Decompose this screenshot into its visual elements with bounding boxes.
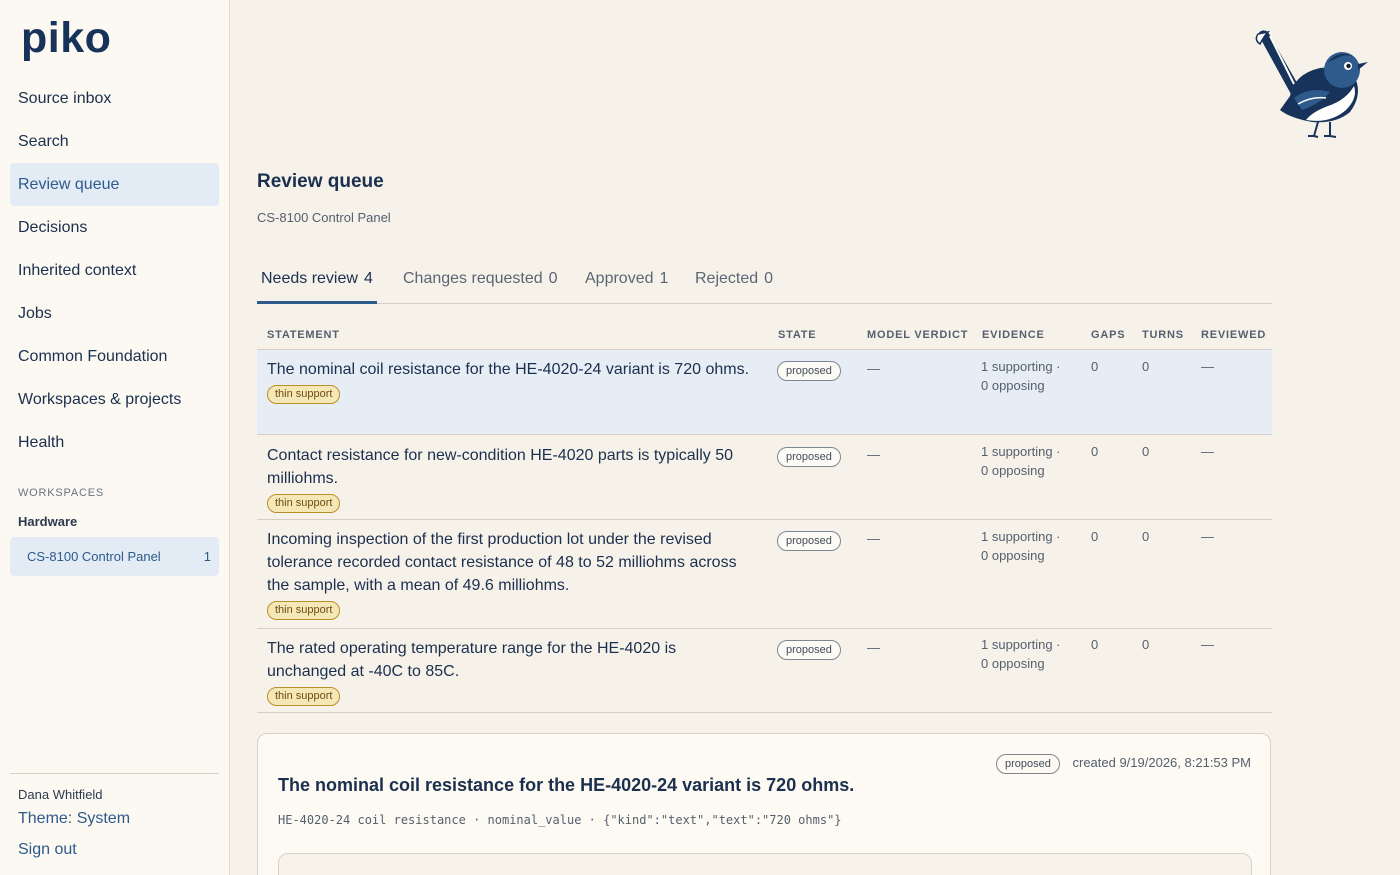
- review-tabs: Needs review 4 Changes requested 0 Approve…: [257, 256, 1272, 304]
- table-header: STATEMENT STATE MODEL VERDICT EVIDENCE G…: [257, 320, 1272, 350]
- thin-support-badge: thin support: [267, 385, 341, 404]
- evidence-summary: 1 supporting · 0 opposing: [981, 527, 1081, 565]
- workspace-group-label: Hardware: [18, 514, 78, 529]
- turns-count: 0: [1142, 359, 1150, 374]
- sidebar-item-health[interactable]: Health: [10, 421, 219, 464]
- gaps-count: 0: [1091, 529, 1099, 544]
- page-subtitle: CS-8100 Control Panel: [257, 210, 391, 225]
- detail-title: The nominal coil resistance for the HE-4…: [278, 775, 855, 795]
- column-header-evidence: EVIDENCE: [982, 329, 1045, 341]
- sidebar-item-workspaces-projects[interactable]: Workspaces & projects: [10, 378, 219, 421]
- sign-out-link[interactable]: Sign out: [18, 841, 77, 859]
- tab-rejected[interactable]: Rejected 0: [691, 256, 777, 304]
- tab-count: 0: [764, 270, 774, 287]
- tab-label: Needs review: [261, 270, 358, 287]
- evidence-summary: 1 supporting · 0 opposing: [981, 442, 1081, 480]
- row-statement: Incoming inspection of the first product…: [267, 528, 757, 620]
- statement-text: Contact resistance for new-condition HE-…: [267, 447, 733, 487]
- turns-count: 0: [1142, 444, 1150, 459]
- model-verdict: —: [867, 361, 880, 376]
- user-name: Dana Whitfield: [18, 787, 103, 802]
- evidence-opposing: 0 opposing: [981, 656, 1045, 671]
- thin-support-badge: thin support: [267, 494, 341, 513]
- gaps-count: 0: [1091, 444, 1099, 459]
- theme-toggle-link[interactable]: Theme: System: [18, 810, 130, 828]
- model-verdict: —: [867, 447, 880, 462]
- bird-mascot-icon: [1255, 30, 1368, 138]
- evidence-opposing: 0 opposing: [981, 548, 1045, 563]
- gaps-count: 0: [1091, 637, 1099, 652]
- tab-label: Approved: [585, 270, 654, 287]
- evidence-supporting: 1 supporting ·: [981, 637, 1061, 652]
- sidebar-footer: Dana Whitfield Theme: System Sign out: [10, 773, 219, 858]
- reviewed-value: —: [1201, 444, 1214, 459]
- row-statement: The nominal coil resistance for the HE-4…: [267, 358, 757, 404]
- column-header-turns: TURNS: [1142, 329, 1184, 341]
- tab-approved[interactable]: Approved 1: [581, 256, 672, 304]
- evidence-summary: 1 supporting · 0 opposing: [981, 635, 1081, 673]
- row-statement: The rated operating temperature range fo…: [267, 637, 757, 706]
- reviewed-value: —: [1201, 359, 1214, 374]
- column-header-reviewed: REVIEWED: [1201, 329, 1267, 341]
- state-badge: proposed: [777, 361, 841, 381]
- model-verdict: —: [867, 640, 880, 655]
- sidebar-item-decisions[interactable]: Decisions: [10, 206, 219, 249]
- app-logo[interactable]: piko: [21, 14, 111, 63]
- workspaces-heading: WORKSPACES: [18, 487, 105, 499]
- model-verdict: —: [867, 531, 880, 546]
- sidebar-item-common-foundation[interactable]: Common Foundation: [10, 335, 219, 378]
- tab-label: Changes requested: [403, 270, 543, 287]
- sidebar: piko Source inbox Search Review queue De…: [0, 0, 230, 875]
- workspace-item-label: CS-8100 Control Panel: [27, 549, 161, 564]
- evidence-summary: 1 supporting · 0 opposing: [981, 357, 1081, 395]
- state-badge: proposed: [777, 447, 841, 467]
- sidebar-item-inherited-context[interactable]: Inherited context: [10, 249, 219, 292]
- detail-created-timestamp: created 9/19/2026, 8:21:53 PM: [1072, 755, 1251, 770]
- sidebar-nav: Source inbox Search Review queue Decisio…: [10, 77, 219, 464]
- tab-count: 4: [363, 270, 373, 287]
- turns-count: 0: [1142, 637, 1150, 652]
- tab-needs-review[interactable]: Needs review 4: [257, 256, 377, 304]
- evidence-opposing: 0 opposing: [981, 463, 1045, 478]
- sidebar-item-search[interactable]: Search: [10, 120, 219, 163]
- reviewed-value: —: [1201, 529, 1214, 544]
- sidebar-item-source-inbox[interactable]: Source inbox: [10, 77, 219, 120]
- column-header-gaps: GAPS: [1091, 329, 1126, 341]
- workspace-item-cs-8100[interactable]: CS-8100 Control Panel 1: [10, 537, 219, 576]
- evidence-supporting: 1 supporting ·: [981, 359, 1061, 374]
- tab-label: Rejected: [695, 270, 759, 287]
- statement-text: Incoming inspection of the first product…: [267, 531, 737, 594]
- evidence-opposing: 0 opposing: [981, 378, 1045, 393]
- column-header-statement: STATEMENT: [267, 329, 340, 341]
- statement-detail-card: proposed created 9/19/2026, 8:21:53 PM T…: [257, 733, 1271, 875]
- table-row[interactable]: The rated operating temperature range fo…: [257, 629, 1272, 713]
- gaps-count: 0: [1091, 359, 1099, 374]
- page-title: Review queue: [257, 171, 384, 192]
- table-row[interactable]: Incoming inspection of the first product…: [257, 520, 1272, 629]
- column-header-state: STATE: [778, 329, 817, 341]
- table-row[interactable]: Contact resistance for new-condition HE-…: [257, 436, 1272, 520]
- detail-inner-panel: [278, 853, 1252, 875]
- statement-text: The rated operating temperature range fo…: [267, 640, 677, 680]
- thin-support-badge: thin support: [267, 601, 341, 620]
- state-badge: proposed: [777, 640, 841, 660]
- evidence-supporting: 1 supporting ·: [981, 529, 1061, 544]
- table-row[interactable]: The nominal coil resistance for the HE-4…: [257, 350, 1272, 435]
- evidence-supporting: 1 supporting ·: [981, 444, 1061, 459]
- turns-count: 0: [1142, 529, 1150, 544]
- column-header-model-verdict: MODEL VERDICT: [867, 329, 969, 341]
- statement-text: The nominal coil resistance for the HE-4…: [267, 361, 750, 378]
- state-badge: proposed: [777, 531, 841, 551]
- reviewed-value: —: [1201, 637, 1214, 652]
- thin-support-badge: thin support: [267, 687, 341, 706]
- detail-meta: HE-4020-24 coil resistance · nominal_val…: [278, 813, 842, 827]
- row-statement: Contact resistance for new-condition HE-…: [267, 444, 757, 513]
- sidebar-item-review-queue[interactable]: Review queue: [10, 163, 219, 206]
- workspace-item-count: 1: [203, 549, 211, 564]
- sidebar-item-jobs[interactable]: Jobs: [10, 292, 219, 335]
- detail-state-badge: proposed: [996, 754, 1060, 774]
- tab-changes-requested[interactable]: Changes requested 0: [399, 256, 562, 304]
- tab-count: 0: [548, 270, 558, 287]
- tab-count: 1: [659, 270, 669, 287]
